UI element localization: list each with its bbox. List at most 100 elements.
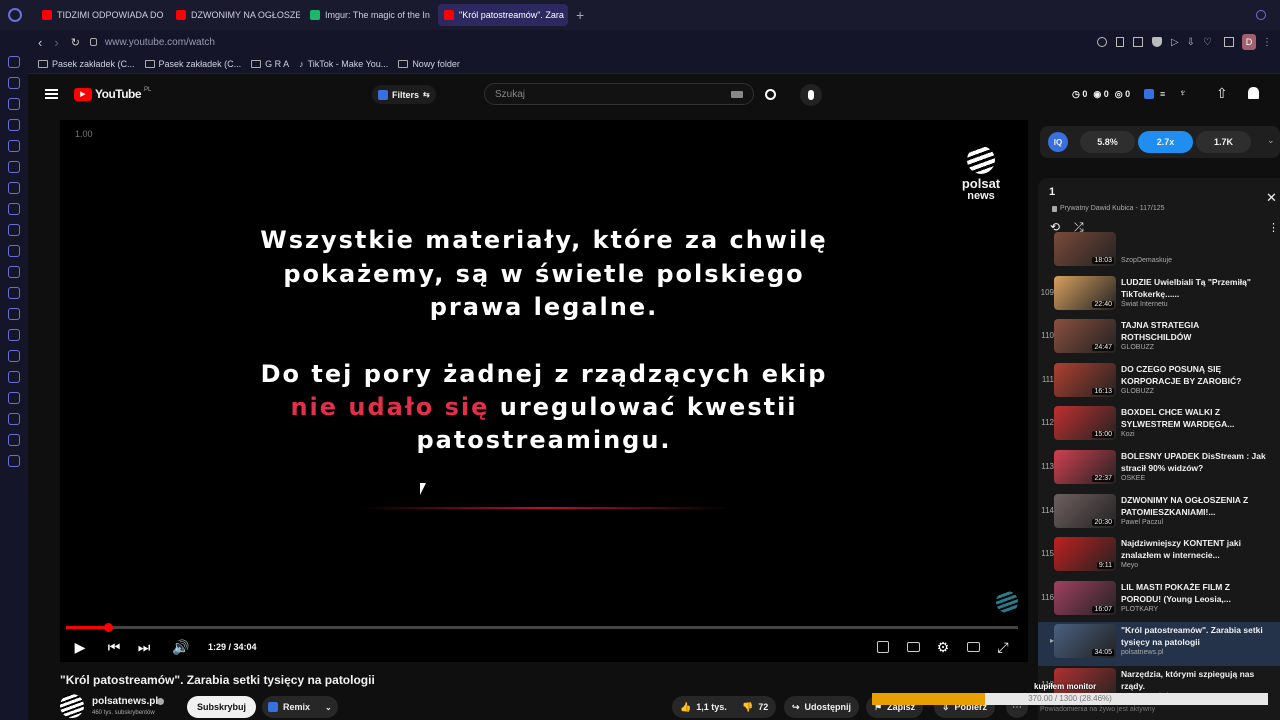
bookmark-folder[interactable]: Pasek zakładek (C... [144, 59, 241, 69]
download-icon[interactable]: ⇩ [1187, 37, 1195, 48]
volume-button[interactable]: 🔊 [172, 638, 190, 656]
chat-icon[interactable] [8, 182, 20, 194]
discord-icon[interactable] [8, 266, 20, 278]
download-icon[interactable] [8, 413, 20, 425]
bookmark-folder[interactable]: Pasek zakładek (C... [38, 59, 135, 69]
list-icon[interactable]: ≡ [1160, 89, 1165, 99]
clock-icon[interactable] [8, 392, 20, 404]
browser-tab-1[interactable]: DZWONIMY NA OGŁOSZE [170, 4, 300, 26]
instagram-icon[interactable] [8, 224, 20, 236]
storage-icon[interactable] [8, 371, 20, 383]
playlist-item[interactable]: 113 22:37 BOLESNY UPADEK DisStream : Jak s… [1038, 448, 1280, 492]
tab-search-icon[interactable] [1256, 10, 1266, 20]
extension-icon[interactable] [8, 434, 20, 446]
playlist-item[interactable]: 115 9:11 Najdziwniejszy KONTENT jaki znala… [1038, 535, 1280, 579]
bookmark-folder[interactable]: Nowy folder [398, 59, 460, 69]
play-button[interactable]: ▶ [72, 638, 88, 656]
reload-icon[interactable]: ↻ [71, 36, 80, 49]
iq-pill[interactable]: 1.7K [1196, 131, 1251, 153]
subscribe-button[interactable]: Subskrybuj [187, 696, 257, 718]
messenger-icon[interactable] [8, 56, 20, 68]
chevron-down-icon[interactable]: ⌄ [1267, 135, 1275, 146]
lock-icon[interactable] [89, 38, 97, 46]
video-thumbnail[interactable]: 16:07 [1054, 580, 1116, 615]
search-input[interactable]: Szukaj [484, 83, 754, 105]
telegram-icon[interactable] [8, 203, 20, 215]
iq-badge[interactable]: IQ [1048, 132, 1068, 152]
video-thumbnail[interactable]: 22:40 [1054, 275, 1116, 310]
history-icon[interactable] [8, 98, 20, 110]
subtitles-button[interactable] [906, 638, 920, 656]
twitch-icon[interactable] [8, 161, 20, 173]
heart-icon[interactable]: ♡ [1203, 37, 1212, 48]
playlist-item[interactable]: 116 16:07 LIL MASTI POKAŻE FILM Z PORODU! … [1038, 579, 1280, 623]
shield-icon[interactable] [1151, 37, 1162, 47]
playlist-item-current[interactable]: ▸ 34:05 "Król patostreamów". Zarabia setki… [1038, 622, 1280, 667]
play-icon[interactable]: ▷ [1171, 37, 1179, 48]
fullscreen-button[interactable]: ⤢ [996, 638, 1010, 656]
bookmark-link[interactable]: ♪ TikTok - Make You... [299, 59, 388, 69]
video-thumbnail[interactable]: 22:37 [1054, 450, 1116, 484]
playlist-item[interactable]: 18:03 SzopDemaskuje [1038, 230, 1280, 274]
app-icon[interactable] [8, 287, 20, 299]
channel-name[interactable]: polsatnews.pl [92, 696, 158, 707]
playlist-item[interactable]: 110 24:47 TAJNA STRATEGIA ROTHSCHILDÓW GLOB… [1038, 317, 1280, 361]
hamburger-menu-icon[interactable] [45, 89, 58, 99]
youtube-logo[interactable]: ▶ YouTube PL [74, 87, 151, 101]
iq-pill[interactable]: 5.8% [1080, 131, 1135, 153]
previous-button[interactable]: ⏮ [106, 638, 122, 656]
music-icon[interactable] [8, 308, 20, 320]
bookmark-folder[interactable]: G R A [251, 59, 289, 69]
search-button[interactable] [757, 83, 783, 105]
browser-tab-0[interactable]: TIDZIMI ODPOWIADA DO [36, 4, 166, 26]
extensions-icon[interactable] [1224, 37, 1234, 47]
like-button[interactable]: 👍 1,1 tys. [672, 696, 735, 718]
profile-avatar[interactable]: D [1242, 34, 1256, 50]
channel-avatar[interactable] [60, 694, 84, 718]
voice-search-button[interactable] [800, 84, 822, 106]
iq-icon[interactable] [1144, 89, 1154, 99]
playlist-item[interactable]: 112 15:00 BOXDEL CHCE WALKI Z SYLWESTREM W… [1038, 404, 1280, 448]
playlist-item[interactable]: 114 20:30 DZWONIMY NA OGŁOSZENIA Z PATOMIE… [1038, 492, 1280, 536]
close-icon[interactable]: ✕ [1266, 190, 1277, 206]
iq-player-button[interactable] [876, 638, 890, 656]
next-button[interactable]: ⏭ [136, 638, 152, 656]
browser-logo-icon[interactable] [8, 8, 22, 22]
settings-icon[interactable] [8, 455, 20, 467]
back-icon[interactable]: ‹ [38, 35, 42, 50]
video-thumbnail[interactable]: 9:11 [1054, 537, 1116, 572]
video-thumbnail[interactable]: 24:47 [1054, 319, 1116, 354]
url-field[interactable]: www.youtube.com/watch [105, 37, 215, 48]
notifications-bell-icon[interactable] [1248, 87, 1259, 99]
browser-tab-3[interactable]: "Król patostreamów". Zara [438, 4, 568, 26]
forward-icon[interactable]: › [54, 35, 58, 50]
playlist-item[interactable]: 111 16:13 DO CZEGO POSUNĄ SIĘ KORPORACJE B… [1038, 361, 1280, 405]
new-tab-icon[interactable]: + [576, 7, 584, 23]
dislike-button[interactable]: 👎 72 [734, 696, 777, 718]
miniplayer-button[interactable] [966, 638, 980, 656]
filters-button[interactable]: Filters ⇆ [372, 85, 436, 104]
video-thumbnail[interactable]: 18:03 [1054, 232, 1116, 266]
screenshot-icon[interactable] [1132, 37, 1143, 47]
share-button[interactable]: ↪ Udostępnij [784, 696, 860, 718]
keyboard-icon[interactable] [731, 90, 743, 98]
trophy-icon[interactable]: ♆ [1179, 88, 1187, 99]
progress-bar[interactable] [66, 623, 1018, 632]
menu-icon[interactable]: ⋮ [1262, 37, 1272, 48]
video-thumbnail[interactable]: 15:00 [1054, 406, 1116, 441]
video-player[interactable]: 1.00 polsat news Wszystkie materiały, kt… [60, 120, 1028, 662]
video-thumbnail[interactable]: 34:05 [1054, 624, 1116, 659]
pin-icon[interactable] [1115, 37, 1124, 47]
player-icon[interactable] [8, 329, 20, 341]
bookmarks-icon[interactable] [8, 77, 20, 89]
playlist-item[interactable]: 109 22:40 LUDZIE Uwielbiali Tą "Przemiłą" … [1038, 274, 1280, 318]
remix-button[interactable]: Remix ⌄ [262, 696, 338, 718]
video-thumbnail[interactable]: 20:30 [1054, 493, 1116, 528]
iq-pill-active[interactable]: 2.7x [1138, 131, 1193, 153]
settings-button[interactable]: ⚙ [936, 638, 950, 656]
browser-tab-2[interactable]: Imgur: The magic of the In [304, 4, 434, 26]
video-thumbnail[interactable]: 16:13 [1054, 362, 1116, 397]
notes-icon[interactable] [8, 119, 20, 131]
x-icon[interactable] [8, 245, 20, 257]
upload-icon[interactable]: ⇧ [1216, 85, 1228, 102]
